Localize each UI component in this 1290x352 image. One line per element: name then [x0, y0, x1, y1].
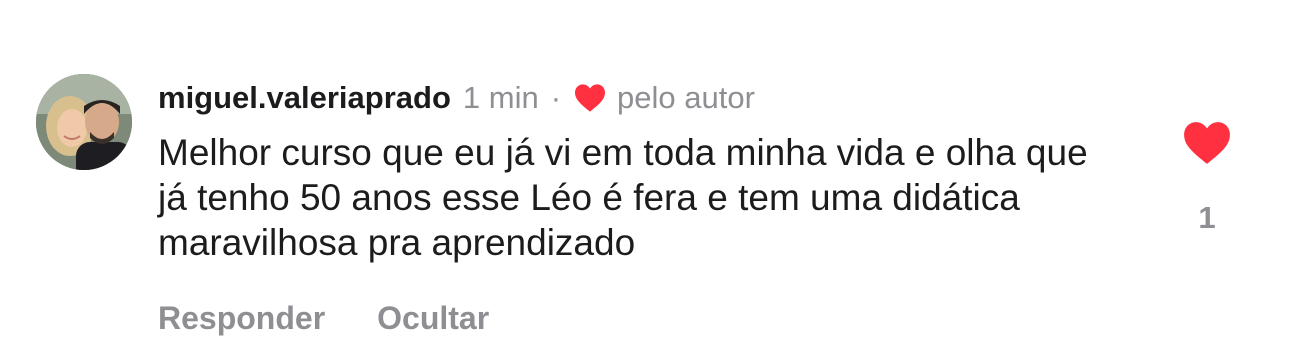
avatar-photo: [36, 74, 132, 170]
comment-body: miguel.valeriaprado 1 min · pelo autor M…: [158, 76, 1118, 265]
like-column: 1: [1180, 120, 1234, 236]
timestamp: 1 min: [462, 80, 539, 115]
avatar[interactable]: [36, 74, 132, 170]
separator: ·: [550, 80, 562, 115]
hide-button[interactable]: Ocultar: [377, 300, 489, 337]
comment: miguel.valeriaprado 1 min · pelo autor M…: [0, 0, 1290, 352]
like-heart-icon[interactable]: [1182, 120, 1232, 166]
comment-text: Melhor curso que eu já vi em toda minha …: [158, 132, 1088, 263]
like-count[interactable]: 1: [1180, 200, 1234, 236]
heart-icon: [575, 84, 606, 112]
comment-meta: miguel.valeriaprado 1 min · pelo autor: [158, 76, 1118, 120]
reply-button[interactable]: Responder: [158, 300, 325, 337]
comment-actions: Responder Ocultar: [158, 300, 489, 337]
username[interactable]: miguel.valeriaprado: [158, 80, 451, 116]
liked-by-author-label: pelo autor: [617, 80, 755, 115]
